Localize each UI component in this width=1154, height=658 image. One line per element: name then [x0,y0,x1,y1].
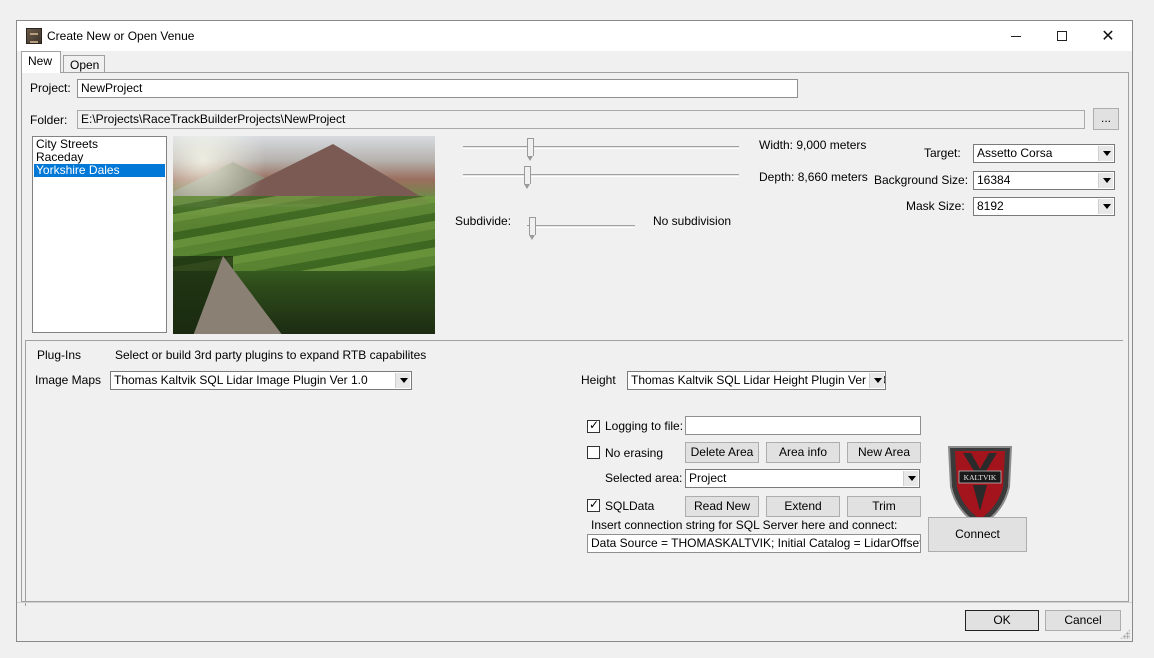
close-icon: ✕ [1101,28,1115,45]
image-maps-value: Thomas Kaltvik SQL Lidar Image Plugin Ve… [114,373,368,387]
chevron-down-icon [1098,146,1113,161]
logging-checkbox[interactable] [587,418,600,433]
width-value-label: Width: 9,000 meters [759,138,867,152]
resize-grip[interactable] [1120,629,1130,639]
venue-list[interactable]: City Streets Raceday Yorkshire Dales [32,136,167,333]
app-icon [26,28,42,44]
chevron-down-icon [1098,199,1113,214]
maximize-button[interactable] [1039,21,1085,51]
plugins-description: Select or build 3rd party plugins to exp… [115,348,427,362]
tab-open[interactable]: Open [63,55,105,73]
cancel-button[interactable]: Cancel [1045,610,1121,631]
chevron-down-icon [903,471,918,486]
target-select[interactable]: Assetto Corsa [973,144,1115,163]
mask-size-label: Mask Size: [906,199,965,213]
no-erasing-checkbox[interactable] [587,446,600,459]
list-item-selected[interactable]: Yorkshire Dales [34,164,165,177]
project-label: Project: [30,81,71,95]
maximize-icon [1057,31,1067,41]
background-size-value: 16384 [977,173,1011,187]
selected-area-label: Selected area: [605,471,683,485]
no-erasing-label: No erasing [605,446,664,460]
subdivide-slider[interactable] [527,216,635,240]
extend-button[interactable]: Extend [766,496,840,517]
height-plugin-value: Thomas Kaltvik SQL Lidar Height Plugin V… [631,373,886,387]
subdivide-value-label: No subdivision [653,214,732,228]
height-label: Height [581,373,616,387]
chevron-down-icon [395,373,410,388]
read-new-button[interactable]: Read New [685,496,759,517]
mask-size-value: 8192 [977,199,1004,213]
image-maps-label: Image Maps [35,373,102,387]
new-area-button[interactable]: New Area [847,442,921,463]
project-name-input[interactable]: NewProject [77,79,798,98]
logging-label: Logging to file: [605,419,684,433]
title-bar[interactable]: Create New or Open Venue ✕ [17,21,1132,51]
connect-button[interactable]: Connect [928,517,1027,552]
target-select-value: Assetto Corsa [977,146,1053,160]
selected-area-value: Project [689,471,727,485]
plugins-title: Plug-Ins [37,348,82,362]
minimize-button[interactable] [993,21,1039,51]
tab-new[interactable]: New [21,51,61,73]
height-plugin-select[interactable]: Thomas Kaltvik SQL Lidar Height Plugin V… [627,371,886,390]
logging-file-input[interactable] [685,416,921,435]
target-label: Target: [924,146,961,160]
trim-button[interactable]: Trim [847,496,921,517]
width-slider[interactable] [463,137,739,161]
ok-button[interactable]: OK [965,610,1039,631]
background-size-select[interactable]: 16384 [973,171,1115,190]
kaltvik-logo: KALTVIK [947,446,1013,527]
footer-divider [17,602,1132,603]
area-info-button[interactable]: Area info [766,442,840,463]
sqldata-checkbox[interactable] [587,497,600,512]
image-maps-select[interactable]: Thomas Kaltvik SQL Lidar Image Plugin Ve… [110,371,412,390]
connection-string-input[interactable]: Data Source = THOMASKALTVIK; Initial Cat… [587,534,921,553]
venue-preview-image [173,136,435,334]
background-size-label: Background Size: [874,173,969,187]
chevron-down-icon [1098,173,1113,188]
connection-hint-label: Insert connection string for SQL Server … [591,518,898,532]
slider-thumb[interactable] [524,166,531,189]
close-button[interactable]: ✕ [1085,21,1131,51]
slider-thumb[interactable] [527,138,534,161]
subdivide-label: Subdivide: [455,214,512,228]
minimize-icon [1011,35,1021,37]
chevron-down-icon [869,373,884,388]
dialog-window: Create New or Open Venue ✕ New Open Proj… [16,20,1133,642]
depth-value-label: Depth: 8,660 meters [759,170,868,184]
folder-label: Folder: [30,113,68,127]
folder-path-input[interactable]: E:\Projects\RaceTrackBuilderProjects\New… [77,110,1085,129]
slider-thumb[interactable] [529,217,536,240]
delete-area-button[interactable]: Delete Area [685,442,759,463]
window-title: Create New or Open Venue [47,29,195,43]
logo-text: KALTVIK [964,473,997,482]
depth-slider[interactable] [463,165,739,189]
sqldata-label: SQLData [605,499,655,513]
mask-size-select[interactable]: 8192 [973,197,1115,216]
browse-folder-button[interactable]: ... [1093,108,1119,130]
selected-area-select[interactable]: Project [685,469,920,488]
